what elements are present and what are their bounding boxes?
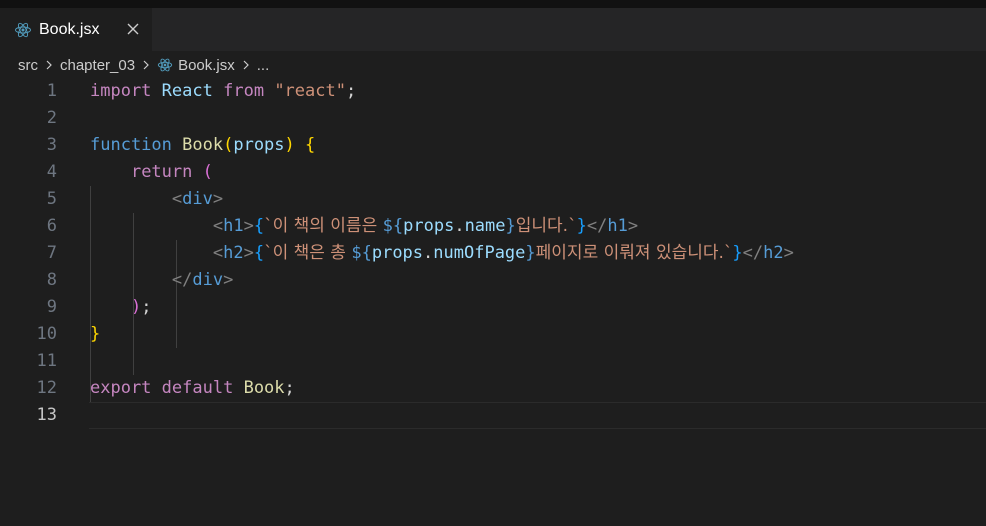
code-line[interactable]: 6 <h1>{`이 책의 이름은 ${props.name}입니다.`}</h1… — [0, 213, 986, 240]
code-text: function Book(props) { — [90, 135, 316, 155]
tab-book-jsx[interactable]: Book.jsx — [0, 8, 152, 51]
line-number: 1 — [46, 81, 57, 101]
code-line[interactable]: 8 </div> — [0, 267, 986, 294]
line-number: 13 — [36, 405, 57, 425]
breadcrumb-item-chapter[interactable]: chapter_03 — [60, 57, 135, 74]
code-text: export default Book; — [90, 378, 295, 398]
line-number: 7 — [46, 243, 57, 263]
code-line[interactable]: 9 ); — [0, 294, 986, 321]
line-number: 10 — [36, 324, 57, 344]
line-number: 5 — [46, 189, 57, 209]
react-icon — [15, 22, 31, 37]
code-line[interactable]: 10 } — [0, 321, 986, 348]
breadcrumb: src chapter_03 Book.jsx ... — [18, 51, 269, 79]
code-editor[interactable]: 1 import React from "react"; 2 3 functio… — [0, 78, 986, 429]
react-icon — [157, 58, 173, 72]
code-line-current[interactable]: 13 — [0, 402, 986, 429]
code-line[interactable]: 4 return ( — [0, 159, 986, 186]
chevron-right-icon — [143, 60, 149, 70]
code-text: </div> — [171, 270, 234, 290]
code-line[interactable]: 3 function Book(props) { — [0, 132, 986, 159]
breadcrumb-item-src[interactable]: src — [18, 57, 38, 74]
line-number: 8 — [46, 270, 57, 290]
breadcrumb-item-file[interactable]: Book.jsx — [178, 57, 235, 74]
line-number: 3 — [46, 135, 57, 155]
code-line[interactable]: 12 export default Book; — [0, 375, 986, 402]
code-text: } — [90, 324, 101, 344]
line-number: 4 — [46, 162, 57, 182]
title-strip — [0, 0, 986, 8]
code-text: import React from "react"; — [90, 81, 357, 101]
breadcrumb-item-symbols[interactable]: ... — [257, 57, 270, 74]
line-number: 2 — [46, 108, 57, 128]
code-text: ); — [130, 297, 152, 317]
code-line[interactable]: 7 <h2>{`이 책은 총 ${props.numOfPage}페이지로 이뤄… — [0, 240, 986, 267]
code-line[interactable]: 2 — [0, 105, 986, 132]
line-number: 11 — [36, 351, 57, 371]
line-number: 12 — [36, 378, 57, 398]
chevron-right-icon — [243, 60, 249, 70]
code-text: return ( — [130, 162, 213, 182]
code-line[interactable]: 11 — [0, 348, 986, 375]
chevron-right-icon — [46, 60, 52, 70]
code-text: <h2>{`이 책은 총 ${props.numOfPage}페이지로 이뤄져 … — [212, 243, 794, 263]
code-line[interactable]: 5 <div> — [0, 186, 986, 213]
code-text: <div> — [171, 189, 224, 209]
line-number: 6 — [46, 216, 57, 236]
code-line[interactable]: 1 import React from "react"; — [0, 78, 986, 105]
tab-bar: Book.jsx — [0, 8, 986, 51]
close-icon[interactable] — [124, 20, 142, 38]
tab-label: Book.jsx — [39, 20, 100, 38]
line-number: 9 — [46, 297, 57, 317]
code-text: <h1>{`이 책의 이름은 ${props.name}입니다.`}</h1> — [212, 216, 639, 236]
